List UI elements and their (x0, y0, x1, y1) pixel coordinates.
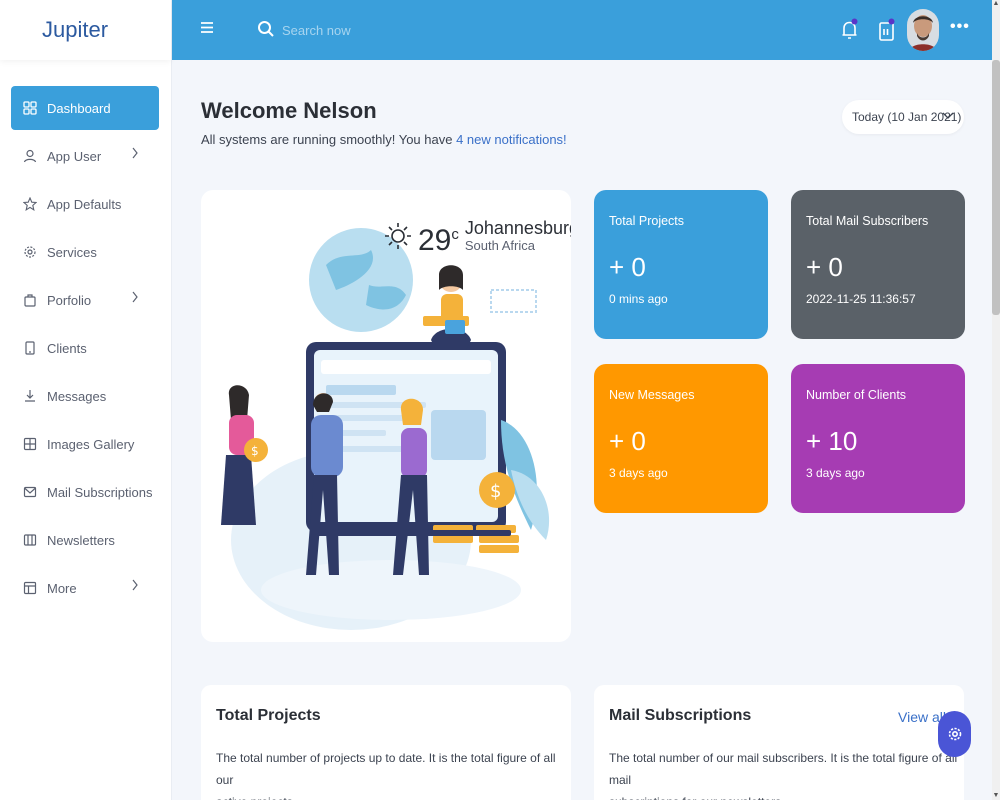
mail-subscriptions-card: Mail Subscriptions View all The total nu… (594, 685, 964, 800)
subtitle-text: All systems are running smoothly! You ha… (201, 132, 457, 147)
svg-text:$: $ (251, 444, 259, 458)
sidebar-item-label: Images Gallery (47, 436, 135, 452)
columns-icon (21, 531, 39, 549)
stat-card-number-of-clients[interactable]: Number of Clients + 10 3 days ago (791, 364, 965, 513)
stat-value: + 0 (806, 252, 843, 282)
stat-title: New Messages (609, 388, 695, 402)
card-description-line: The total number of our mail subscribers… (609, 751, 958, 787)
sidebar: Jupiter Dashboard App User App Defaults (0, 0, 172, 800)
card-description: The total number of our mail subscribers… (609, 747, 964, 800)
search-icon[interactable] (257, 20, 275, 38)
scroll-up-arrow[interactable]: ▲ (992, 0, 1000, 8)
sidebar-item-mail-subscriptions[interactable]: Mail Subscriptions (11, 470, 159, 514)
weather-location: Johannesburg South Africa (465, 218, 571, 253)
hero-illustration-card: $ $ 29c Johannesburg South Africa (201, 190, 571, 642)
avatar[interactable] (907, 9, 939, 51)
search-input[interactable] (282, 18, 482, 42)
sidebar-item-services[interactable]: Services (11, 230, 159, 274)
settings-fab[interactable] (938, 711, 971, 757)
chevron-right-icon (132, 579, 138, 591)
chevron-down-icon (942, 112, 954, 119)
sidebar-item-label: More (47, 580, 77, 596)
card-description-line: active projects (216, 791, 571, 800)
sun-icon (385, 223, 411, 249)
sidebar-item-porfolio[interactable]: Porfolio (11, 278, 159, 322)
sidebar-item-newsletters[interactable]: Newsletters (11, 518, 159, 562)
stat-time: 3 days ago (609, 466, 668, 480)
tablet-icon (21, 339, 39, 357)
bell-icon[interactable] (840, 18, 860, 42)
stat-card-mail-subscribers[interactable]: Total Mail Subscribers + 0 2022-11-25 11… (791, 190, 965, 339)
stat-time: 2022-11-25 11:36:57 (806, 292, 916, 306)
weather-temperature: 29c (418, 218, 465, 258)
notifications-link[interactable]: 4 new notifications! (456, 132, 567, 147)
scrollbar[interactable]: ▲ ▼ (992, 0, 1000, 800)
sidebar-item-label: Dashboard (47, 100, 111, 116)
sidebar-item-app-defaults[interactable]: App Defaults (11, 182, 159, 226)
weather-widget: 29c Johannesburg South Africa (384, 218, 571, 258)
sidebar-item-label: Messages (47, 388, 107, 404)
sidebar-item-label: Porfolio (47, 292, 92, 308)
topbar: ••• (172, 0, 992, 60)
temperature-unit: c (451, 226, 459, 243)
stat-value: + 0 (609, 426, 646, 456)
stat-time: 0 mins ago (609, 292, 668, 306)
sidebar-item-dashboard[interactable]: Dashboard (11, 86, 159, 130)
weather-country: South Africa (464, 238, 535, 253)
sidebar-item-app-user[interactable]: App User (11, 134, 159, 178)
card-title: Total Projects (216, 707, 321, 724)
more-options-icon[interactable]: ••• (950, 18, 970, 36)
stat-title: Number of Clients (806, 388, 907, 402)
mail-icon (21, 483, 39, 501)
gallery-icon (21, 435, 39, 453)
briefcase-icon (21, 291, 39, 309)
gear-icon (948, 727, 961, 741)
grid-icon (21, 99, 39, 117)
date-dropdown[interactable]: Today (10 Jan 2021) (842, 100, 964, 134)
total-projects-card: Total Projects The total number of proje… (201, 685, 571, 800)
sidebar-item-label: Mail Subscriptions (47, 484, 153, 500)
sidebar-item-label: App Defaults (47, 196, 122, 212)
sidebar-item-messages[interactable]: Messages (11, 374, 159, 418)
layout-icon (21, 579, 39, 597)
sidebar-item-more[interactable]: More (11, 566, 159, 610)
download-icon (21, 387, 39, 405)
stat-card-total-projects[interactable]: Total Projects + 0 0 mins ago (594, 190, 768, 339)
stat-time: 3 days ago (806, 466, 865, 480)
sidebar-item-clients[interactable]: Clients (11, 326, 159, 370)
stat-value: + 10 (806, 426, 858, 456)
menu-icon[interactable] (200, 21, 214, 34)
temperature-value: 29 (418, 224, 452, 257)
scrollbar-thumb[interactable] (992, 60, 1000, 315)
brand-logo[interactable]: Jupiter (0, 0, 171, 60)
card-description-line: The total number of projects up to date.… (216, 751, 556, 787)
page-subtitle: All systems are running smoothly! You ha… (201, 132, 567, 147)
sidebar-item-label: Clients (47, 340, 87, 356)
weather-city: Johannesburg (464, 218, 571, 238)
card-description-line: subscriptions for our newsletters (609, 791, 964, 800)
scroll-down-arrow[interactable]: ▼ (992, 792, 1000, 800)
star-icon (21, 195, 39, 213)
card-title: Mail Subscriptions (609, 707, 752, 724)
chevron-right-icon (132, 147, 138, 159)
svg-text:$: $ (490, 481, 501, 502)
stat-title: Total Projects (609, 214, 685, 228)
card-description: The total number of projects up to date.… (216, 747, 571, 800)
stat-title: Total Mail Subscribers (806, 214, 929, 228)
page-title: Welcome Nelson (201, 98, 377, 123)
stat-value: + 0 (609, 252, 646, 282)
sidebar-item-label: Services (47, 244, 97, 260)
user-icon (21, 147, 39, 165)
chevron-right-icon (132, 291, 138, 303)
sidebar-item-label: App User (47, 148, 102, 164)
gear-icon (21, 243, 39, 261)
stat-card-new-messages[interactable]: New Messages + 0 3 days ago (594, 364, 768, 513)
sidebar-nav: Dashboard App User App Defaults Services (0, 60, 171, 610)
sidebar-item-label: Newsletters (47, 532, 115, 548)
clipboard-icon[interactable] (878, 18, 896, 42)
sidebar-item-images-gallery[interactable]: Images Gallery (11, 422, 159, 466)
